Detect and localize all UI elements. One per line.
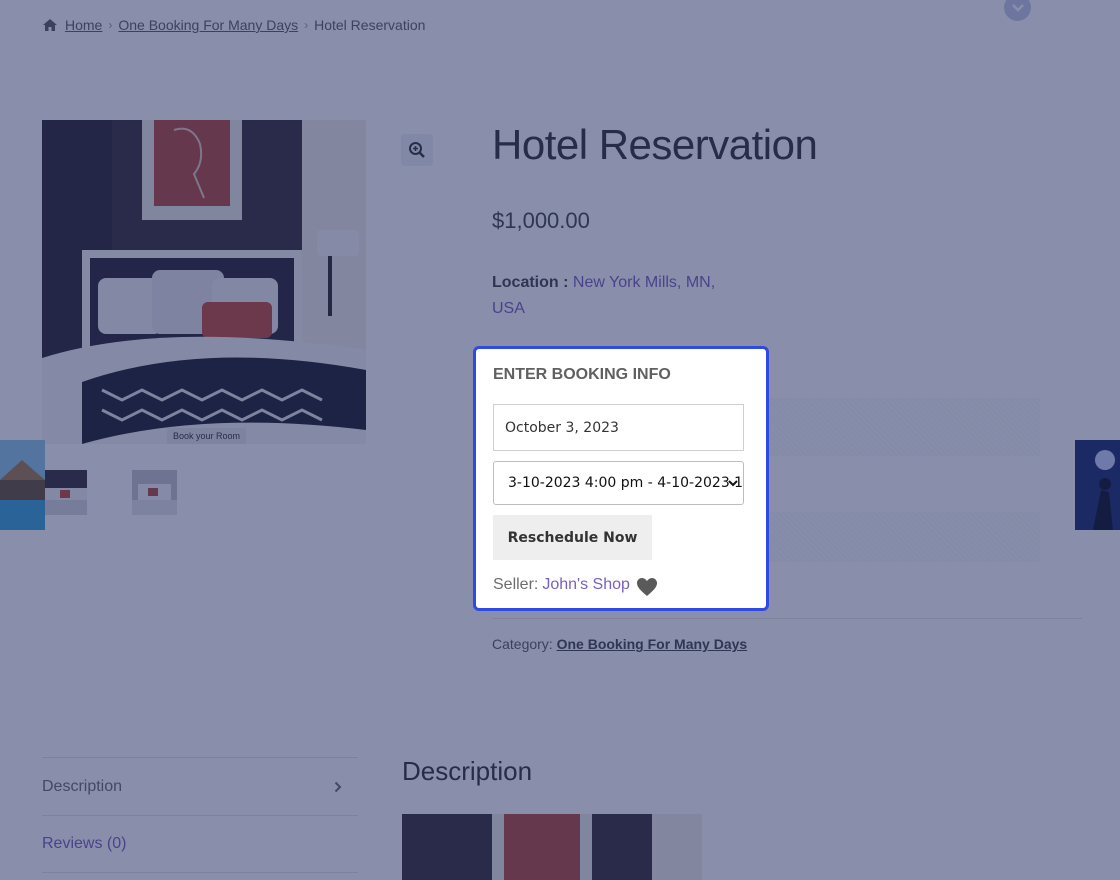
zoom-icon[interactable] bbox=[401, 134, 433, 166]
product-title: Hotel Reservation bbox=[492, 121, 818, 168]
seller-info: Seller: John's Shop bbox=[493, 573, 658, 597]
seller-label: Seller: bbox=[493, 576, 539, 593]
location-label: Location : bbox=[492, 274, 569, 291]
tab-label: Reviews (0) bbox=[42, 835, 127, 852]
booking-heading: ENTER BOOKING INFO bbox=[493, 366, 671, 383]
product-category: Category: One Booking For Many Days bbox=[492, 636, 747, 652]
product-tabs: Description Reviews (0) bbox=[42, 757, 358, 873]
slot-selected-value: 3-10-2023 4:00 pm - 4-10-2023 1 bbox=[508, 475, 744, 491]
product-price: $1,000.00 bbox=[492, 208, 590, 233]
tab-reviews[interactable]: Reviews (0) bbox=[42, 815, 358, 873]
previous-product-thumbnail[interactable] bbox=[0, 440, 45, 530]
booking-date-input[interactable] bbox=[493, 404, 744, 451]
product-main-image[interactable]: Book your Room bbox=[42, 120, 366, 444]
divider bbox=[492, 618, 1082, 619]
breadcrumb: Home › One Booking For Many Days › Hotel… bbox=[42, 17, 425, 33]
category-label: Category: bbox=[492, 636, 553, 652]
chevron-down-icon bbox=[728, 480, 738, 487]
gallery-thumbnail[interactable] bbox=[42, 470, 87, 515]
tab-label: Description bbox=[42, 777, 123, 795]
product-location: Location : New York Mills, MN, USA bbox=[492, 270, 732, 322]
tab-description[interactable]: Description bbox=[42, 757, 358, 815]
booking-info-panel: ENTER BOOKING INFO 3-10-2023 4:00 pm - 4… bbox=[473, 346, 769, 611]
breadcrumb-home-link[interactable]: Home bbox=[65, 17, 102, 33]
chevron-down-icon[interactable] bbox=[1004, 0, 1031, 21]
breadcrumb-separator: › bbox=[304, 18, 309, 32]
booking-slot-select[interactable]: 3-10-2023 4:00 pm - 4-10-2023 1 bbox=[493, 461, 744, 505]
seller-link[interactable]: John's Shop bbox=[542, 576, 630, 594]
reschedule-button[interactable]: Reschedule Now bbox=[493, 515, 652, 560]
description-heading: Description bbox=[402, 756, 533, 786]
description-image bbox=[402, 814, 702, 880]
chevron-right-icon bbox=[334, 781, 342, 792]
home-icon bbox=[43, 19, 57, 31]
breadcrumb-current: Hotel Reservation bbox=[314, 17, 426, 33]
gallery-thumbnail[interactable] bbox=[132, 470, 177, 515]
image-caption: Book your Room bbox=[167, 428, 247, 444]
next-product-thumbnail[interactable] bbox=[1075, 440, 1120, 530]
breadcrumb-category-link[interactable]: One Booking For Many Days bbox=[118, 17, 298, 33]
heart-icon[interactable] bbox=[636, 577, 658, 597]
breadcrumb-separator: › bbox=[108, 18, 113, 32]
product-page: Home › One Booking For Many Days › Hotel… bbox=[0, 0, 1120, 880]
category-link[interactable]: One Booking For Many Days bbox=[557, 636, 748, 652]
hidden-form-field bbox=[760, 398, 1040, 456]
